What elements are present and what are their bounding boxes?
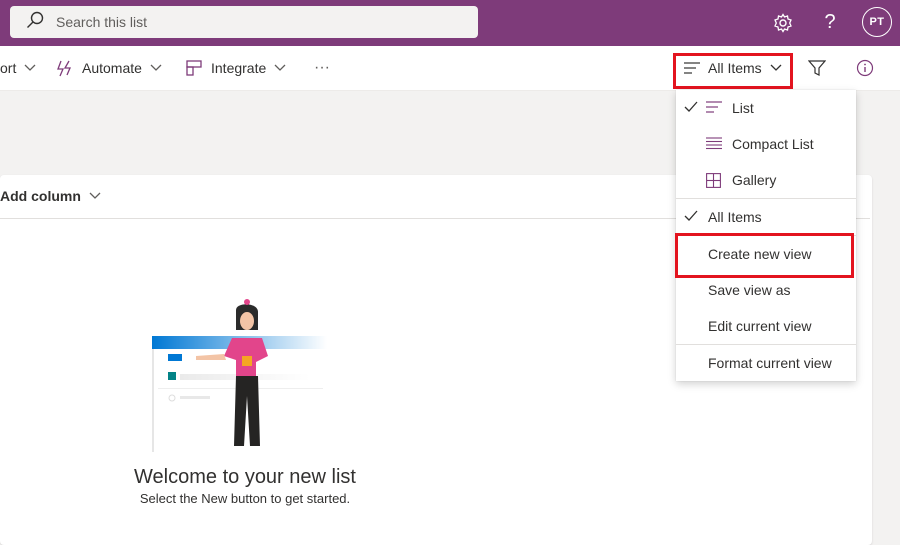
empty-state-subtitle: Select the New button to get started. <box>139 491 351 506</box>
automate-label: Automate <box>82 60 142 76</box>
avatar[interactable]: PT <box>862 7 892 37</box>
search-icon <box>26 11 44 34</box>
help-icon[interactable]: ? <box>818 10 842 34</box>
chevron-down-icon <box>89 192 101 199</box>
menu-item-all-items[interactable]: All Items <box>676 199 856 235</box>
filter-icon[interactable] <box>808 46 826 90</box>
highlight-view-selector <box>673 53 793 89</box>
export-label: ort <box>0 60 17 76</box>
add-column-label: Add column <box>0 188 81 204</box>
checkmark-icon <box>684 210 698 221</box>
list-icon <box>706 101 722 113</box>
integrate-label: Integrate <box>211 60 267 76</box>
automate-icon <box>57 60 71 77</box>
menu-item-label: Format current view <box>708 355 832 371</box>
chevron-down-icon <box>24 64 36 71</box>
menu-item-compact-list[interactable]: Compact List <box>676 126 856 162</box>
menu-item-label: Save view as <box>708 282 791 298</box>
info-icon[interactable] <box>856 46 874 90</box>
gallery-icon <box>706 173 721 188</box>
search-input[interactable]: Search this list <box>56 14 147 30</box>
checkmark-icon <box>684 101 698 112</box>
chevron-down-icon <box>274 64 286 71</box>
empty-list-illustration <box>150 296 330 452</box>
menu-item-label: List <box>732 100 754 116</box>
menu-item-gallery[interactable]: Gallery <box>676 162 856 198</box>
chevron-down-icon <box>150 64 162 71</box>
menu-item-label: Gallery <box>732 172 777 188</box>
add-column-button[interactable]: Add column <box>0 188 101 204</box>
menu-item-edit-current-view[interactable]: Edit current view <box>676 308 856 344</box>
automate-button[interactable]: Automate <box>57 46 162 90</box>
export-button[interactable]: ort <box>0 46 36 90</box>
highlight-create-new-view <box>675 233 854 278</box>
menu-item-label: All Items <box>708 209 762 225</box>
search-box[interactable]: Search this list <box>10 6 478 38</box>
menu-item-label: Edit current view <box>708 318 812 334</box>
integrate-button[interactable]: Integrate <box>186 46 286 90</box>
integrate-icon <box>186 60 202 76</box>
menu-item-format-current-view[interactable]: Format current view <box>676 345 856 381</box>
more-options-button[interactable]: ··· <box>314 46 330 90</box>
compact-list-icon <box>706 137 722 150</box>
settings-gear-icon[interactable] <box>771 11 795 35</box>
menu-item-list[interactable]: List <box>676 90 856 126</box>
menu-item-label: Compact List <box>732 136 814 152</box>
empty-state-title: Welcome to your new list <box>134 466 356 488</box>
